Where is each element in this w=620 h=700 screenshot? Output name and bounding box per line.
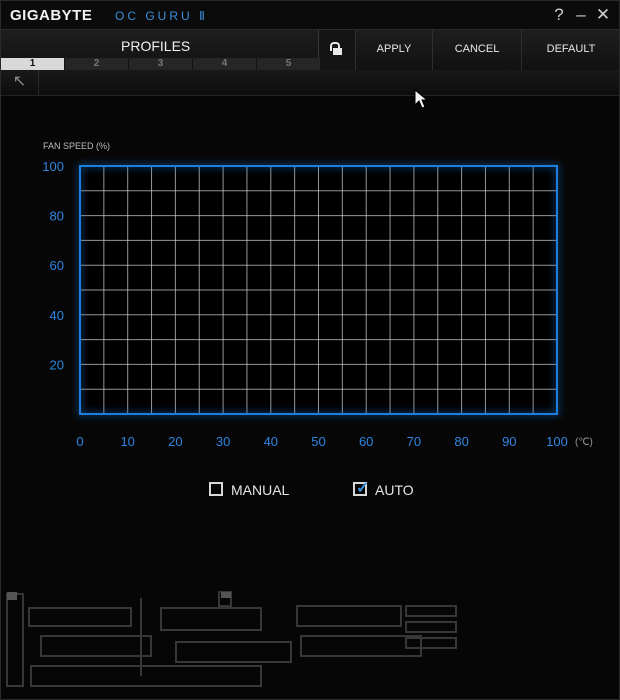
x-tick-label: 100 bbox=[546, 434, 568, 449]
y-tick-label: 20 bbox=[50, 357, 64, 372]
apply-button[interactable]: APPLY bbox=[355, 30, 432, 70]
auto-checkbox-box[interactable]: ✓ bbox=[353, 480, 370, 497]
x-tick-label: 80 bbox=[454, 434, 468, 449]
default-button[interactable]: DEFAULT bbox=[521, 30, 619, 70]
chart-grid bbox=[80, 166, 557, 414]
profile-tab-1[interactable]: 1 bbox=[1, 58, 65, 70]
product-name: OC GURU Ⅱ bbox=[115, 9, 208, 23]
profile-tab-3[interactable]: 3 bbox=[129, 58, 193, 70]
y-tick-label: 100 bbox=[42, 159, 64, 174]
y-ticks: 20 40 60 80 100 bbox=[42, 159, 64, 372]
page-title: PROFILES bbox=[121, 38, 191, 54]
x-ticks: 0 10 20 30 40 50 60 70 80 90 100 bbox=[76, 434, 567, 449]
profile-tab-4[interactable]: 4 bbox=[193, 58, 257, 70]
x-axis-unit: (℃) bbox=[575, 437, 593, 448]
profile-tab-2[interactable]: 2 bbox=[65, 58, 129, 70]
x-tick-label: 10 bbox=[120, 434, 134, 449]
profile-tabs: 1 2 3 4 5 bbox=[1, 58, 321, 70]
brand-logo: GIGABYTE bbox=[10, 7, 93, 24]
close-button[interactable]: ✕ bbox=[593, 5, 613, 25]
x-tick-label: 40 bbox=[264, 434, 278, 449]
auto-label: AUTO bbox=[375, 482, 414, 498]
lock-body-icon bbox=[333, 48, 342, 55]
mouse-pointer-icon bbox=[414, 89, 429, 109]
y-tick-label: 40 bbox=[50, 308, 64, 323]
y-tick-label: 60 bbox=[50, 258, 64, 273]
x-tick-label: 90 bbox=[502, 434, 516, 449]
x-tick-label: 70 bbox=[407, 434, 421, 449]
x-tick-label: 0 bbox=[76, 434, 83, 449]
help-button[interactable]: ? bbox=[549, 5, 569, 25]
toolbar: ↖ bbox=[1, 70, 619, 96]
x-tick-label: 50 bbox=[311, 434, 325, 449]
minimize-button[interactable]: – bbox=[571, 5, 591, 25]
checkmark-icon: ✓ bbox=[356, 480, 370, 497]
x-tick-label: 30 bbox=[216, 434, 230, 449]
arrow-up-left-icon[interactable]: ↖ bbox=[1, 70, 39, 95]
oc-guru-window: GIGABYTE OC GURU Ⅱ ? – ✕ PROFILES APPLY … bbox=[0, 0, 620, 700]
title-bar: GIGABYTE OC GURU Ⅱ ? – ✕ bbox=[1, 1, 619, 29]
y-tick-label: 80 bbox=[50, 209, 64, 224]
lock-button[interactable] bbox=[318, 30, 355, 70]
profile-tab-5[interactable]: 5 bbox=[257, 58, 321, 70]
manual-label: MANUAL bbox=[231, 482, 290, 498]
manual-checkbox-box[interactable] bbox=[209, 482, 223, 496]
header-bar: PROFILES APPLY CANCEL DEFAULT 1 2 3 4 5 bbox=[1, 29, 619, 71]
x-tick-label: 60 bbox=[359, 434, 373, 449]
decorative-graphic bbox=[6, 591, 457, 687]
cancel-button[interactable]: CANCEL bbox=[432, 30, 521, 70]
x-tick-label: 20 bbox=[168, 434, 182, 449]
fan-curve-chart[interactable]: 20 40 60 80 100 0 10 20 30 40 50 60 70 80 90 100 (℃) bbox=[1, 131, 620, 461]
